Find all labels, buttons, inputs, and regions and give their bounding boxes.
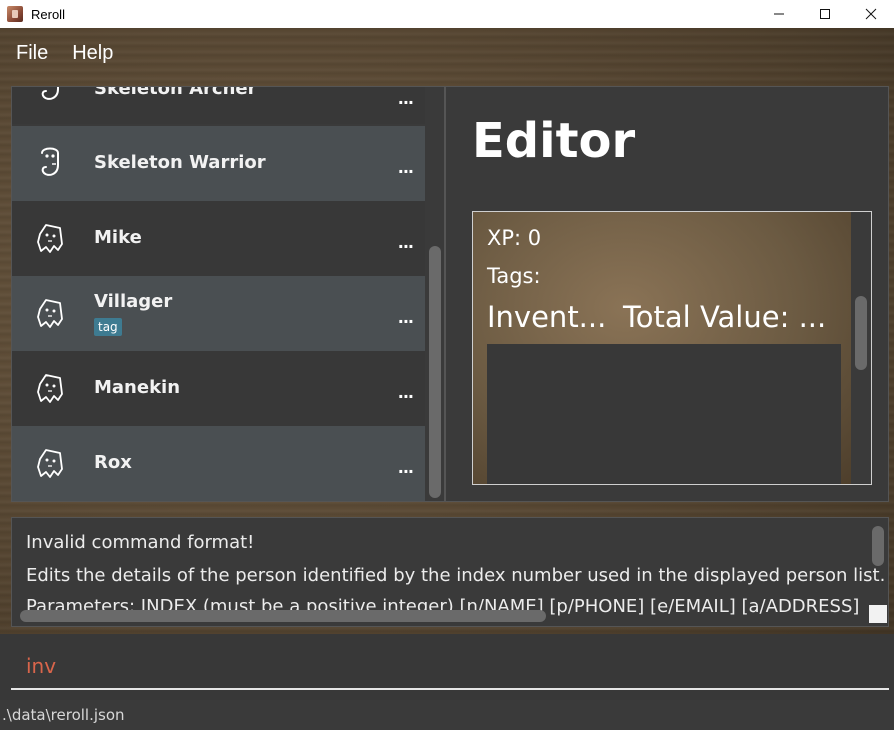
result-line: Edits the details of the person identifi… [26, 565, 886, 586]
tags-label: Tags: [487, 264, 541, 288]
editor-scroll-pane[interactable]: XP: 0 Tags: Invent... Total Value: ... [472, 211, 872, 485]
command-input[interactable] [11, 644, 889, 690]
result-line: Invalid command format! [26, 532, 255, 553]
tag-chip: tag [94, 318, 122, 336]
person-card[interactable]: Skeleton Warrior ... [12, 126, 425, 201]
person-menu-button[interactable]: ... [398, 233, 414, 252]
skeleton-icon [41, 147, 59, 176]
window-title: Reroll [31, 6, 65, 22]
person-card[interactable]: Mike ... [12, 201, 425, 276]
person-card[interactable]: Manekin ... [12, 351, 425, 426]
person-list[interactable]: Skeleton Archer ... Skeleton Warrior ...… [11, 86, 445, 502]
menu-file[interactable]: File [16, 42, 48, 65]
xp-label: XP: 0 [487, 226, 542, 250]
person-name: Skeleton Warrior [94, 152, 266, 173]
title-bar: Reroll [0, 0, 894, 28]
person-list-scrollbar[interactable] [428, 88, 442, 500]
ghost-icon [37, 449, 63, 478]
inventory-label: Invent... [487, 300, 607, 334]
person-name: Rox [94, 452, 132, 473]
command-box [0, 634, 894, 700]
app-icon [7, 6, 23, 22]
save-file-path: .\data\reroll.json [2, 706, 125, 724]
person-menu-button[interactable]: ... [398, 383, 414, 402]
scroll-corner [869, 605, 887, 623]
person-name: Villager [94, 291, 173, 312]
result-horizontal-scrollbar[interactable] [20, 610, 546, 622]
maximize-icon [820, 9, 830, 19]
editor-scroll-thumb[interactable] [855, 296, 867, 370]
person-card[interactable]: Rox ... [12, 426, 425, 501]
menu-bar: File Help [0, 28, 894, 78]
result-vertical-scrollbar[interactable] [872, 526, 884, 566]
editor-title: Editor [472, 113, 636, 169]
person-menu-button[interactable]: ... [398, 308, 414, 327]
close-icon [865, 8, 877, 20]
inventory-list[interactable] [487, 344, 841, 484]
person-card[interactable]: Skeleton Archer ... [12, 86, 425, 124]
ghost-icon [37, 374, 63, 403]
skeleton-icon [41, 87, 59, 100]
editor-panel: Editor XP: 0 Tags: Invent... Total Value… [445, 86, 889, 502]
status-bar: .\data\reroll.json [0, 700, 894, 730]
person-name: Mike [94, 227, 142, 248]
editor-scrollbar[interactable] [851, 212, 871, 484]
minimize-icon [774, 13, 784, 15]
total-value-label: Total Value: ... [623, 300, 827, 334]
person-menu-button[interactable]: ... [398, 458, 414, 477]
ghost-icon [37, 299, 63, 328]
maximize-button[interactable] [802, 0, 848, 28]
person-name: Skeleton Archer [94, 86, 257, 99]
person-name: Manekin [94, 377, 181, 398]
ghost-icon [37, 224, 63, 253]
result-display[interactable]: Invalid command format! Edits the detail… [11, 517, 889, 627]
person-card[interactable]: Villager tag ... [12, 276, 425, 351]
minimize-button[interactable] [756, 0, 802, 28]
close-button[interactable] [848, 0, 894, 28]
menu-help[interactable]: Help [72, 42, 113, 65]
person-menu-button[interactable]: ... [398, 158, 414, 177]
person-list-scroll-thumb[interactable] [429, 246, 441, 498]
person-menu-button[interactable]: ... [398, 89, 414, 108]
window-controls [756, 0, 894, 28]
